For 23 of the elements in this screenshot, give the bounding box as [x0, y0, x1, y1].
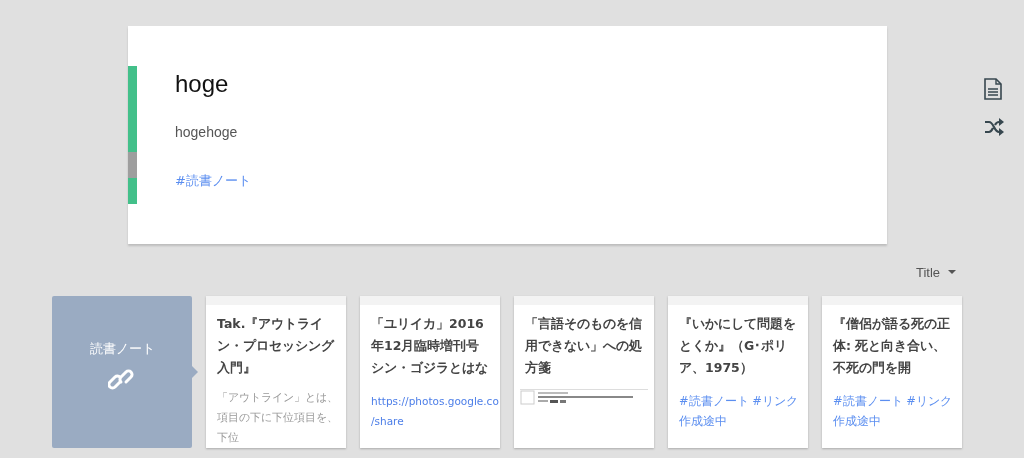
card-title: 「ユリイカ」2016年12月臨時増刊号シン・ゴジラとはな	[370, 315, 489, 377]
card-title: 『僧侶が語る死の正体: 死と向き合い、不死の門を開	[832, 315, 951, 377]
note-body: hogehoge	[175, 124, 239, 140]
note-card[interactable]: 『僧侶が語る死の正体: 死と向き合い、不死の門を開 #読書ノート #リンク作成途中	[822, 296, 962, 448]
card-title: 「言語そのものを信用できない」への処方箋	[524, 315, 643, 377]
note-card[interactable]: 「言語そのものを信用できない」への処方箋	[514, 296, 654, 448]
card-title: 『いかにして問題をとくか』（G･ポリア、1975）	[678, 315, 797, 377]
caret-icon	[948, 270, 956, 274]
url-link[interactable]: https://photos.google.co /share	[360, 379, 500, 431]
note-card[interactable]: Tak.『アウトライン・プロセッシング入門』 「アウトライン」とは、項目の下に下位項目を、下位	[206, 296, 346, 448]
tag-link[interactable]: #読書ノート	[175, 173, 251, 188]
excerpt-text: 「アウトライン」とは、項目の下に下位項目を、下位	[216, 390, 339, 446]
tag-card-label: 読書ノート	[89, 340, 155, 358]
note-title: hoge	[175, 70, 230, 98]
pointer-triangle	[192, 366, 198, 378]
tag-list[interactable]: #読書ノート #リンク作成途中	[822, 379, 962, 431]
document-icon[interactable]	[984, 78, 1002, 100]
card-title: Tak.『アウトライン・プロセッシング入門』	[216, 315, 336, 376]
tag-list[interactable]: #読書ノート #リンク作成途中	[668, 379, 808, 431]
sort-dropdown[interactable]: Title	[915, 264, 956, 280]
note-card[interactable]: 「ユリイカ」2016年12月臨時増刊号シン・ゴジラとはな https://photos.google.co /share	[360, 296, 500, 448]
note-card[interactable]: 『いかにして問題をとくか』（G･ポリア、1975） #読書ノート #リンク作成途中	[668, 296, 808, 448]
shuffle-icon[interactable]	[984, 118, 1004, 136]
